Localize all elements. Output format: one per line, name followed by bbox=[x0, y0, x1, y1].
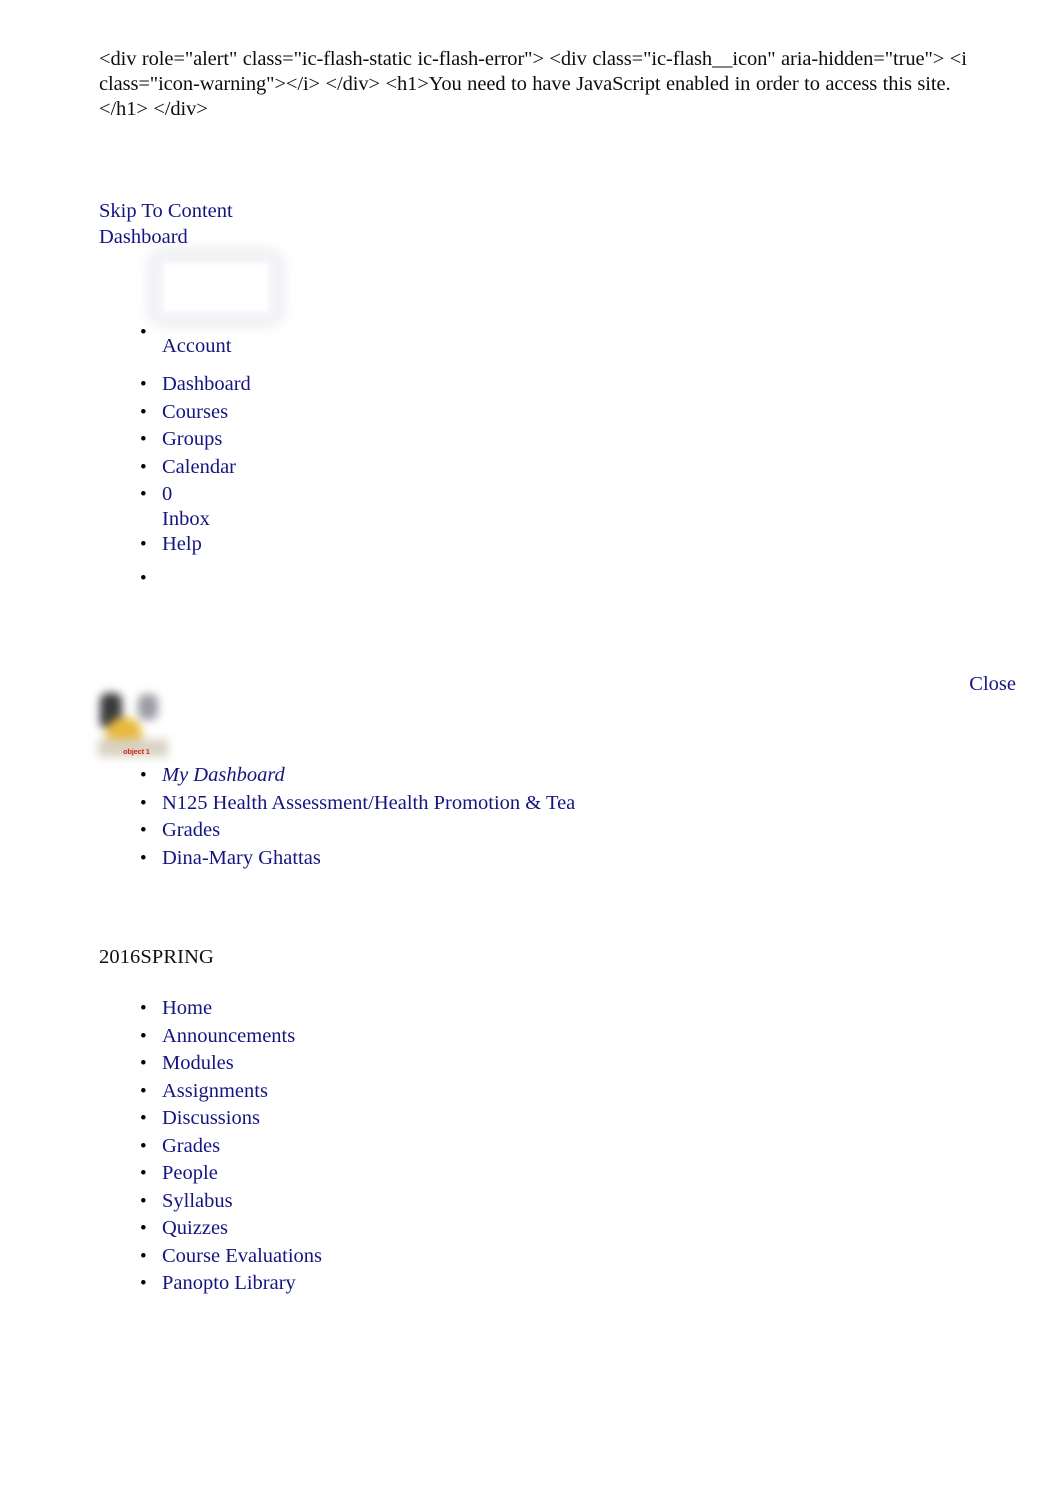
empty-list-item bbox=[138, 566, 162, 593]
breadcrumb-label[interactable]: Dina-Mary Ghattas bbox=[162, 847, 321, 869]
skip-links-group: Skip To Content Dashboard bbox=[99, 199, 233, 251]
global-nav-item-account[interactable]: Account bbox=[138, 255, 277, 372]
course-nav-item-discussions[interactable]: Discussions bbox=[138, 1106, 322, 1134]
global-nav-item-groups[interactable]: Groups bbox=[138, 427, 251, 455]
avatar-placeholder-icon bbox=[155, 255, 277, 320]
course-nav-label[interactable]: Announcements bbox=[162, 1025, 295, 1047]
course-nav-item-panopto-library[interactable]: Panopto Library bbox=[138, 1271, 322, 1299]
global-nav-courses-label[interactable]: Courses bbox=[162, 401, 228, 423]
dashboard-link[interactable]: Dashboard bbox=[99, 225, 233, 250]
term-heading: 2016SPRING bbox=[99, 946, 214, 968]
breadcrumb-item-student[interactable]: Dina-Mary Ghattas bbox=[138, 846, 575, 874]
course-nav-item-people[interactable]: People bbox=[138, 1161, 322, 1189]
global-nav-item-inbox[interactable]: 0 Inbox bbox=[138, 482, 251, 532]
course-nav-label[interactable]: Modules bbox=[162, 1052, 234, 1074]
course-nav-label[interactable]: Course Evaluations bbox=[162, 1245, 322, 1267]
global-nav-item-dashboard[interactable]: Dashboard bbox=[138, 372, 251, 400]
course-nav-label[interactable]: Grades bbox=[162, 1135, 220, 1157]
noscript-raw-html-text: <div role="alert" class="ic-flash-static… bbox=[99, 48, 967, 120]
course-nav-label[interactable]: Panopto Library bbox=[162, 1272, 296, 1294]
global-navigation-list: Account Dashboard Courses Groups Calenda… bbox=[138, 255, 277, 560]
global-nav-item-calendar[interactable]: Calendar bbox=[138, 455, 251, 483]
course-nav-item-syllabus[interactable]: Syllabus bbox=[138, 1189, 322, 1217]
course-nav-item-modules[interactable]: Modules bbox=[138, 1051, 322, 1079]
inbox-unread-count-badge[interactable]: 0 bbox=[162, 482, 251, 507]
breadcrumb-item-course[interactable]: N125 Health Assessment/Health Promotion … bbox=[138, 791, 575, 819]
course-nav-item-grades[interactable]: Grades bbox=[138, 1134, 322, 1162]
breadcrumb: My Dashboard N125 Health Assessment/Heal… bbox=[138, 763, 575, 873]
breadcrumb-item-grades[interactable]: Grades bbox=[138, 818, 575, 846]
course-nav-label[interactable]: People bbox=[162, 1162, 218, 1184]
course-nav-label[interactable]: Assignments bbox=[162, 1080, 268, 1102]
course-nav-item-announcements[interactable]: Announcements bbox=[138, 1024, 322, 1052]
close-link[interactable]: Close bbox=[969, 672, 1016, 697]
skip-to-content-link[interactable]: Skip To Content bbox=[99, 199, 233, 224]
global-nav-calendar-label[interactable]: Calendar bbox=[162, 456, 236, 478]
global-nav-dashboard-label[interactable]: Dashboard bbox=[162, 373, 251, 395]
breadcrumb-item-my-dashboard[interactable]: My Dashboard bbox=[138, 763, 575, 791]
course-navigation-list: Home Announcements Modules Assignments D… bbox=[138, 996, 322, 1299]
thumbnail-caption: object 1 bbox=[123, 747, 150, 756]
course-nav-label[interactable]: Home bbox=[162, 997, 212, 1019]
breadcrumb-label[interactable]: Grades bbox=[162, 819, 220, 841]
global-nav-item-courses[interactable]: Courses bbox=[138, 400, 251, 428]
global-nav-inbox-label[interactable]: Inbox bbox=[162, 507, 251, 532]
course-nav-item-assignments[interactable]: Assignments bbox=[138, 1079, 322, 1107]
course-nav-item-home[interactable]: Home bbox=[138, 996, 322, 1024]
breadcrumb-label[interactable]: My Dashboard bbox=[162, 764, 285, 786]
course-nav-item-course-evaluations[interactable]: Course Evaluations bbox=[138, 1244, 322, 1272]
course-nav-label[interactable]: Quizzes bbox=[162, 1217, 228, 1239]
global-nav-account-label[interactable]: Account bbox=[162, 334, 231, 359]
global-nav-help-label[interactable]: Help bbox=[162, 533, 202, 555]
global-nav-groups-label[interactable]: Groups bbox=[162, 428, 222, 450]
course-nav-label[interactable]: Syllabus bbox=[162, 1190, 233, 1212]
global-nav-item-help[interactable]: Help bbox=[138, 532, 251, 560]
course-image-thumbnail: object 1 bbox=[98, 691, 168, 757]
course-nav-item-quizzes[interactable]: Quizzes bbox=[138, 1216, 322, 1244]
breadcrumb-label[interactable]: N125 Health Assessment/Health Promotion … bbox=[162, 792, 575, 814]
course-nav-label[interactable]: Discussions bbox=[162, 1107, 260, 1129]
empty-list bbox=[138, 566, 162, 593]
